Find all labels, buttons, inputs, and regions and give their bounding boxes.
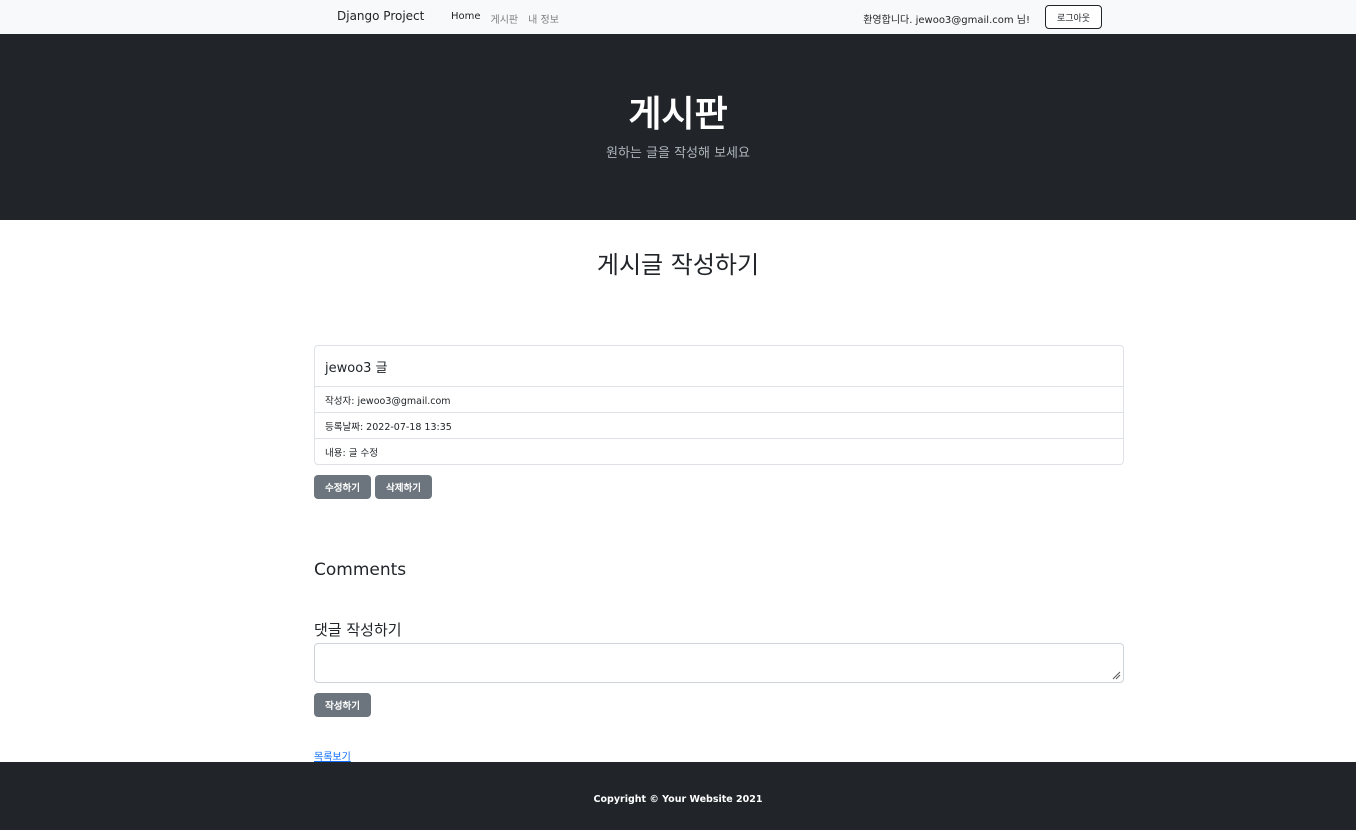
post-author: 작성자: jewoo3@gmail.com bbox=[315, 387, 1123, 413]
page-footer: Copyright © Your Website 2021 bbox=[0, 762, 1356, 830]
post-card: jewoo3 글 작성자: jewoo3@gmail.com 등록날짜: 202… bbox=[314, 345, 1124, 465]
resize-handle-icon[interactable] bbox=[1111, 670, 1121, 680]
post-title: jewoo3 글 bbox=[315, 346, 1123, 387]
header-subtitle: 원하는 글을 작성해 보세요 bbox=[606, 146, 750, 161]
brand-link[interactable]: Django Project bbox=[337, 9, 424, 23]
back-to-list-link[interactable]: 목록보기 bbox=[314, 748, 351, 763]
page-header: 게시판 원하는 글을 작성해 보세요 bbox=[0, 34, 1356, 220]
nav-myinfo-link[interactable]: 내 정보 bbox=[528, 11, 559, 26]
welcome-text: 환영합니다. jewoo3@gmail.com 님! bbox=[863, 15, 1030, 26]
comments-heading: Comments bbox=[314, 560, 407, 580]
nav-home-link[interactable]: Home bbox=[451, 11, 481, 26]
post-content: 내용: 글 수정 bbox=[325, 448, 378, 459]
copyright-text: Copyright © Your Website 2021 bbox=[593, 794, 763, 805]
post-date: 등록날짜: 2022-07-18 13:35 bbox=[315, 413, 1123, 439]
top-navbar: Django Project Home 게시판 내 정보 환영합니다. jewo… bbox=[0, 0, 1356, 34]
delete-button[interactable]: 삭제하기 bbox=[375, 475, 432, 499]
edit-button[interactable]: 수정하기 bbox=[314, 475, 371, 499]
submit-comment-button[interactable]: 작성하기 bbox=[314, 693, 371, 717]
page-title: 게시글 작성하기 bbox=[596, 251, 760, 279]
nav-links: Home 게시판 내 정보 bbox=[451, 11, 559, 26]
logout-button[interactable]: 로그아웃 bbox=[1045, 5, 1102, 29]
comment-textarea[interactable] bbox=[314, 643, 1124, 683]
nav-board-link[interactable]: 게시판 bbox=[491, 11, 519, 26]
header-title: 게시판 bbox=[628, 94, 728, 135]
comment-form-label: 댓글 작성하기 bbox=[314, 621, 402, 639]
